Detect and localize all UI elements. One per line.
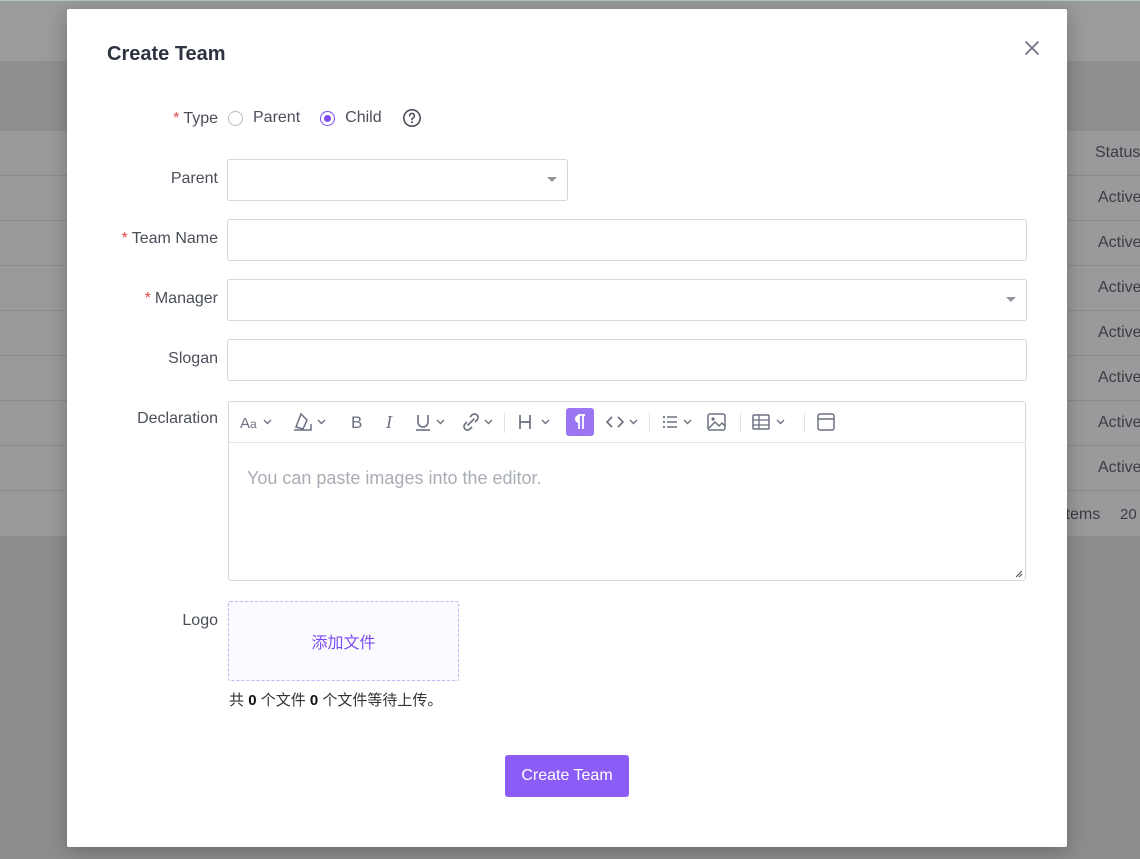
text-color-button[interactable]: [291, 410, 329, 434]
link-icon: [463, 413, 493, 431]
underline-icon: [416, 415, 445, 431]
radio-label-child: Child: [345, 109, 382, 126]
list-button[interactable]: [661, 410, 697, 434]
manager-select[interactable]: [227, 279, 1027, 321]
italic-icon: I: [385, 412, 393, 432]
chevron-down-icon: [547, 177, 557, 182]
help-icon[interactable]: [402, 108, 422, 128]
total-files-count: 0: [248, 692, 257, 709]
slogan-label: Slogan: [168, 350, 218, 367]
code-button[interactable]: [605, 410, 643, 434]
status-cell: Active: [1098, 324, 1140, 341]
toolbar-divider: [804, 413, 805, 433]
fullscreen-button[interactable]: [816, 410, 838, 434]
paragraph-icon: [575, 414, 585, 429]
status-cell: Active: [1098, 459, 1140, 476]
font-size-icon: Aa: [240, 415, 272, 432]
modal-title: Create Team: [107, 43, 226, 65]
status-column-header: Status: [1095, 144, 1140, 161]
parent-select[interactable]: [227, 159, 568, 201]
image-icon: [707, 413, 726, 431]
type-radio-parent[interactable]: Parent: [228, 109, 300, 127]
close-icon: [1025, 41, 1039, 55]
italic-button[interactable]: I: [381, 410, 401, 434]
create-team-modal: Create Team * Type Parent Child Parent * T…: [67, 9, 1067, 847]
manager-label: * Manager: [144, 290, 218, 307]
toolbar-divider: [504, 413, 505, 433]
parent-label: Parent: [170, 170, 218, 187]
table-button[interactable]: [751, 410, 789, 434]
pending-files-count: 0: [309, 692, 319, 709]
pagination-items-label: items: [1062, 506, 1101, 523]
type-label: * Type: [173, 110, 218, 127]
radio-button-checked[interactable]: [320, 110, 336, 126]
link-button[interactable]: [459, 410, 497, 434]
declaration-editor: Aa B I You can paste images into the edi…: [228, 401, 1026, 581]
status-cell: Active: [1098, 369, 1140, 386]
status-cell: Active: [1098, 414, 1140, 431]
svg-text:I: I: [385, 412, 393, 432]
svg-text:a: a: [250, 417, 257, 431]
create-team-button[interactable]: Create Team: [505, 755, 629, 797]
type-radio-child[interactable]: Child: [320, 109, 382, 127]
status-cell: Active: [1098, 189, 1140, 206]
add-file-button[interactable]: 添加文件: [228, 601, 459, 681]
upload-summary: 共 0 个文件 0 个文件等待上传。: [229, 692, 443, 709]
svg-text:B: B: [351, 413, 362, 432]
status-cell: Active: [1098, 234, 1140, 251]
resize-handle-icon[interactable]: [1013, 568, 1023, 578]
close-button[interactable]: [1022, 38, 1042, 58]
slogan-input[interactable]: [227, 339, 1027, 381]
image-button[interactable]: [706, 410, 728, 434]
font-size-button[interactable]: Aa: [239, 410, 275, 434]
status-cell: Active: [1098, 279, 1140, 296]
list-icon: [662, 415, 692, 429]
radio-button[interactable]: [228, 110, 243, 126]
pagination-page-size: 20: [1120, 506, 1137, 523]
table-icon: [752, 414, 785, 430]
text-color-icon: [294, 412, 326, 431]
editor-toolbar: Aa B I: [229, 402, 1025, 443]
team-name-label: * Team Name: [121, 230, 218, 247]
toolbar-divider: [649, 413, 650, 433]
logo-label: Logo: [182, 612, 218, 629]
paragraph-button[interactable]: [566, 408, 594, 436]
underline-button[interactable]: [413, 410, 449, 434]
chevron-down-icon: [1006, 297, 1016, 302]
add-file-label: 添加文件: [311, 635, 376, 652]
code-icon: [605, 416, 638, 428]
radio-label-parent: Parent: [253, 109, 301, 126]
team-name-input[interactable]: [227, 219, 1027, 261]
bold-button[interactable]: B: [347, 410, 367, 434]
declaration-label: Declaration: [137, 410, 218, 427]
bold-icon: B: [351, 413, 362, 432]
type-radio-group: Parent Child: [228, 108, 422, 128]
declaration-editor-placeholder[interactable]: You can paste images into the editor.: [247, 468, 542, 489]
svg-text:A: A: [240, 415, 250, 432]
toolbar-divider: [740, 413, 741, 433]
fullscreen-icon: [817, 413, 835, 431]
heading-button[interactable]: [516, 410, 554, 434]
heading-icon: [519, 415, 550, 429]
